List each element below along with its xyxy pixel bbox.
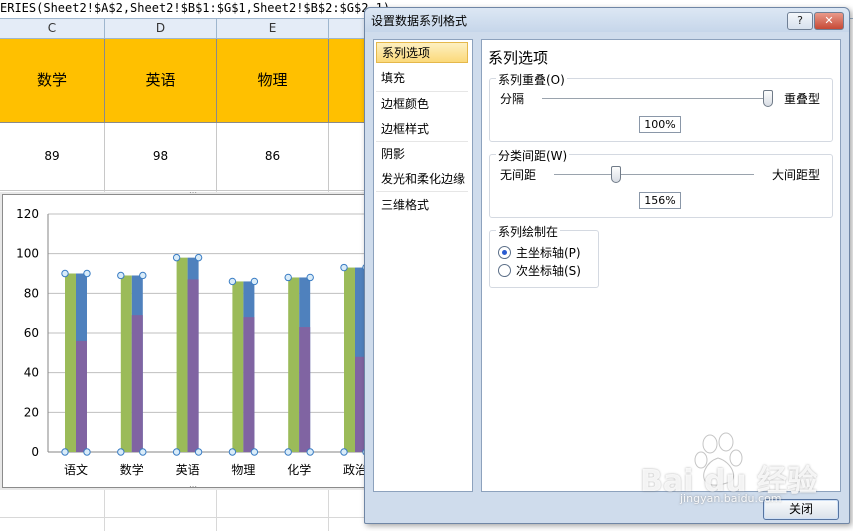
x-category-label: 英语 (176, 463, 200, 477)
nav-item-3d-format[interactable]: 三维格式 (376, 195, 468, 216)
selection-handle (306, 448, 314, 456)
gap-slider-track[interactable] (554, 174, 754, 176)
gap-slider-thumb[interactable] (611, 166, 621, 183)
selection-handle (250, 277, 259, 286)
nav-separator (376, 91, 468, 92)
y-tick-label: 120 (16, 207, 39, 221)
y-tick-label: 40 (24, 366, 39, 380)
gap-right-label: 大间距型 (772, 168, 821, 182)
bar-series-3 (76, 340, 87, 452)
selection-handle (340, 263, 348, 272)
selection-handle (228, 448, 237, 456)
secondary-axis-option[interactable]: 次坐标轴(S) (498, 263, 581, 279)
selection-handle (228, 277, 237, 286)
cell-value-english[interactable]: 98 (105, 123, 217, 191)
cell-value-physics[interactable]: 86 (217, 123, 329, 191)
selection-handle (172, 448, 181, 456)
x-category-label: 语文 (64, 462, 88, 477)
panel-title: 系列选项 (488, 49, 549, 67)
overlap-slider-track[interactable] (542, 98, 768, 100)
selection-handle (284, 448, 292, 456)
overlap-group: 系列重叠(O) 分隔 重叠型 100% (489, 71, 833, 142)
y-tick-label: 80 (24, 286, 39, 300)
column-header-e[interactable]: E (217, 19, 329, 39)
gap-width-group: 分类间距(W) 无间距 大间距型 156% (489, 147, 833, 218)
selection-handle (250, 448, 259, 456)
cell-header-math[interactable]: 数学 (0, 39, 105, 123)
nav-item-border-style[interactable]: 边框样式 (376, 119, 468, 140)
embedded-chart[interactable]: 120 100 80 60 40 20 0 语文 数学 英语 物理 化学 政治 ⋯ ⋯ (2, 189, 384, 491)
y-tick-label: 20 (24, 405, 39, 419)
nav-item-glow-soft-edges[interactable]: 发光和柔化边缘 (376, 169, 468, 190)
selection-handle (61, 448, 69, 456)
options-panel: 系列选项 系列重叠(O) 分隔 重叠型 100% 分类间距(W) 无间距 大间距… (481, 39, 841, 492)
x-category-label: 数学 (120, 462, 144, 477)
gap-width-label: 分类间距(W) (496, 147, 570, 164)
chart-svg: 120100806040200语文 数学 英语 物理 化学 政治 (16, 207, 383, 477)
x-category-label: 物理 (231, 463, 255, 477)
bar-series-3 (299, 327, 311, 452)
selection-handle (117, 271, 125, 280)
chart-resize-handle-bottom[interactable]: ⋯ (189, 483, 197, 491)
selection-handle (284, 273, 292, 282)
primary-axis-label: 主坐标轴(P) (516, 246, 581, 260)
selection-handle (139, 448, 147, 456)
nav-separator (376, 191, 468, 192)
overlap-left-label: 分隔 (500, 92, 525, 106)
nav-item-series-options[interactable]: 系列选项 (376, 42, 468, 63)
bar-series-3 (243, 317, 255, 452)
selection-handle (172, 253, 181, 262)
nav-item-shadow[interactable]: 阴影 (376, 144, 468, 165)
selection-handle (194, 448, 203, 456)
gap-value-input[interactable]: 156% (639, 192, 681, 209)
radio-unselected-icon[interactable] (498, 264, 511, 277)
secondary-axis-label: 次坐标轴(S) (516, 264, 581, 278)
y-tick-label: 0 (31, 445, 39, 459)
selection-handle (117, 448, 125, 456)
nav-item-fill[interactable]: 填充 (376, 68, 468, 89)
selection-handle (83, 448, 91, 456)
selection-handle (194, 253, 203, 262)
chart-resize-handle-top[interactable]: ⋯ (189, 189, 197, 197)
y-tick-label: 60 (24, 326, 39, 340)
close-icon[interactable]: ✕ (814, 12, 844, 30)
plot-axis-group: 系列绘制在 主坐标轴(P) 次坐标轴(S) (489, 223, 599, 288)
dialog-title: 设置数据系列格式 (371, 14, 468, 28)
bar-series-1 (232, 281, 244, 452)
selection-handle (139, 271, 147, 280)
overlap-label: 系列重叠(O) (496, 71, 567, 88)
y-tick-label: 100 (16, 247, 39, 261)
nav-separator (376, 141, 468, 142)
cell-header-physics[interactable]: 物理 (217, 39, 329, 123)
selection-handle (306, 273, 314, 282)
gap-left-label: 无间距 (500, 168, 537, 182)
bar-series-1 (176, 257, 188, 452)
bar-series-1 (120, 275, 132, 452)
primary-axis-option[interactable]: 主坐标轴(P) (498, 245, 581, 261)
category-nav: 系列选项 填充 边框颜色 边框样式 阴影 发光和柔化边缘 三维格式 (373, 39, 473, 492)
column-header-d[interactable]: D (105, 19, 217, 39)
selection-handle (340, 448, 348, 456)
bar-series-1 (344, 267, 355, 452)
grid-line (0, 517, 364, 518)
dialog-titlebar[interactable]: 设置数据系列格式 ? ✕ (365, 8, 849, 32)
cell-header-english[interactable]: 英语 (105, 39, 217, 123)
cell-value-math[interactable]: 89 (0, 123, 105, 191)
plot-axis-label: 系列绘制在 (496, 223, 561, 240)
overlap-right-label: 重叠型 (784, 92, 821, 106)
bar-series-3 (131, 315, 143, 452)
nav-item-border-color[interactable]: 边框颜色 (376, 94, 468, 115)
overlap-value-input[interactable]: 100% (639, 116, 681, 133)
bar-series-1 (65, 273, 76, 452)
selection-handle (83, 269, 91, 278)
watermark-url: jingyan.baidu.com (680, 492, 782, 505)
help-button[interactable]: ? (787, 12, 813, 30)
bar-series-1 (288, 277, 300, 452)
selection-handle (61, 269, 69, 278)
overlap-slider-thumb[interactable] (763, 90, 773, 107)
column-header-c[interactable]: C (0, 19, 105, 39)
bar-series-3 (187, 279, 199, 452)
x-category-label: 化学 (287, 462, 311, 477)
radio-selected-icon[interactable] (498, 246, 511, 259)
